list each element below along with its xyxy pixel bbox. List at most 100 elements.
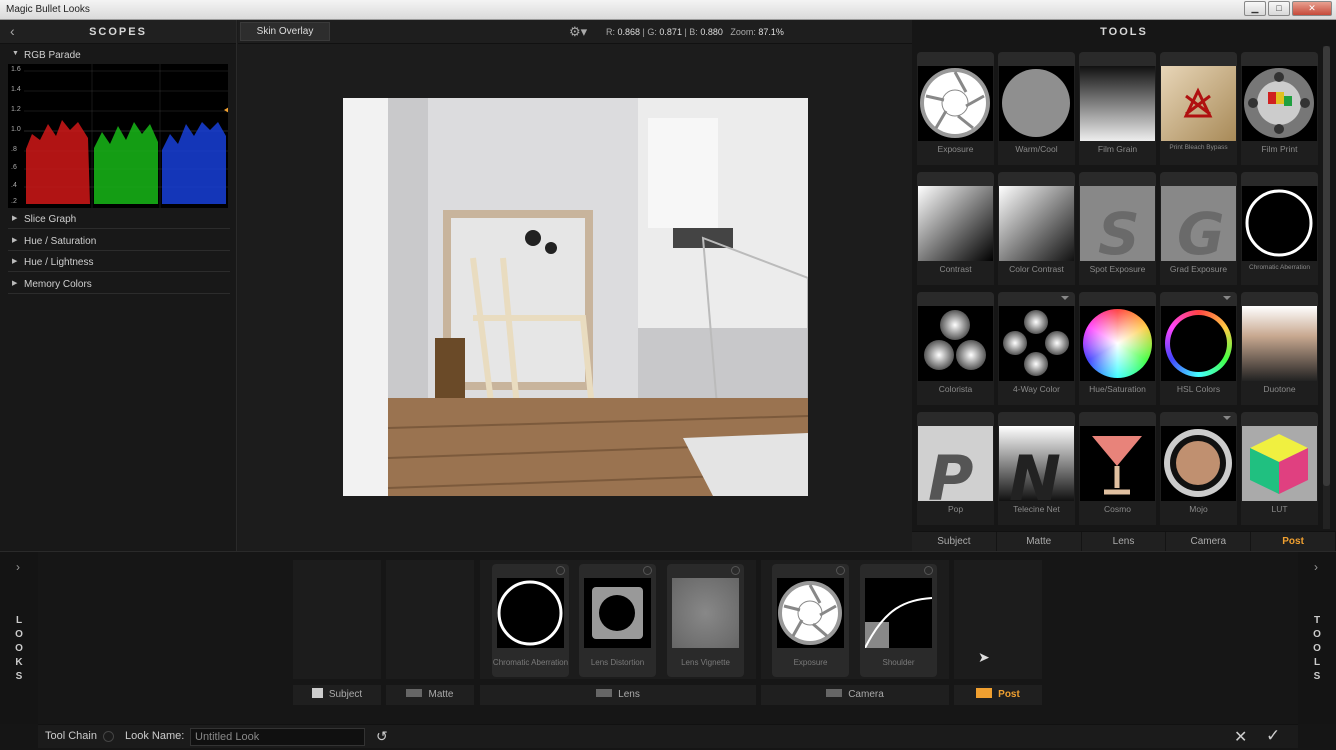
chain-tool-lens-distortion[interactable]: Lens Distortion — [579, 564, 656, 677]
scroll-thumb[interactable] — [1323, 46, 1330, 486]
tab-camera[interactable]: Camera — [1166, 532, 1252, 551]
matte-slot[interactable] — [386, 560, 474, 679]
looks-drawer[interactable]: › LOOKS — [0, 552, 38, 724]
hue-saturation-section[interactable]: ▶ Hue / Saturation — [8, 231, 230, 251]
memory-colors-section[interactable]: ▶ Memory Colors — [8, 274, 230, 294]
tool-name: Spot Exposure — [1089, 264, 1146, 274]
close-button[interactable]: ✕ — [1292, 1, 1332, 16]
tools-drawer[interactable]: › TOOLS — [1298, 552, 1336, 724]
tool-cosmo[interactable]: Cosmo — [1079, 412, 1156, 525]
tool-mojo[interactable]: Mojo — [1160, 412, 1237, 525]
ok-icon[interactable]: ✓ — [1266, 726, 1280, 746]
rgb-parade-scope: 1.6 1.4 1.2 1.0 .8 .6 .4 .2 — [8, 64, 228, 208]
tool-color-contrast[interactable]: Color Contrast — [998, 172, 1075, 285]
tool-4-way-color[interactable]: 4-Way Color — [998, 292, 1075, 405]
tool-chromatic-aberration[interactable]: Chromatic Aberration — [1241, 172, 1318, 285]
ring-icon — [1245, 189, 1313, 257]
camera-icon — [826, 689, 843, 697]
grad-g-icon: G — [1177, 200, 1225, 261]
slice-graph-section[interactable]: ▶ Slice Graph — [8, 209, 230, 229]
tool-pop[interactable]: P Pop — [917, 412, 994, 525]
scopes-title: SCOPES — [89, 26, 147, 38]
chevron-right-icon[interactable]: › — [1314, 560, 1318, 574]
label-text: Subject — [328, 689, 363, 700]
tool-film-print[interactable]: Film Print — [1241, 52, 1318, 165]
tool-hue-saturation[interactable]: Hue/Saturation — [1079, 292, 1156, 405]
tool-name: HSL Colors — [1176, 384, 1221, 394]
image-viewer[interactable] — [238, 44, 912, 551]
skin-overlay-button[interactable]: Skin Overlay — [240, 22, 330, 41]
b-value: 0.880 — [700, 27, 723, 37]
label-text: Post — [998, 689, 1020, 700]
tool-colorista[interactable]: Colorista — [917, 292, 994, 405]
b-label: B: — [689, 27, 698, 37]
tool-name: 4-Way Color — [1013, 384, 1060, 394]
g-value: 0.871 — [659, 27, 682, 37]
tool-grad-exposure[interactable]: G Grad Exposure — [1160, 172, 1237, 285]
chain-tool-exposure[interactable]: Exposure — [772, 564, 849, 677]
bypass-icon[interactable] — [643, 566, 652, 575]
tool-spot-exposure[interactable]: S Spot Exposure — [1079, 172, 1156, 285]
chain-tool-lens-vignette[interactable]: Lens Vignette — [667, 564, 744, 677]
mojo-icon — [1164, 429, 1232, 497]
aperture-icon — [920, 68, 990, 138]
look-name-input[interactable]: Untitled Look — [190, 728, 365, 746]
tab-matte[interactable]: Matte — [997, 532, 1082, 551]
chain-label-matte[interactable]: Matte — [386, 685, 474, 705]
subject-slot[interactable] — [293, 560, 381, 679]
tool-warm-cool[interactable]: Warm/Cool — [998, 52, 1075, 165]
tool-hsl-colors[interactable]: HSL Colors — [1160, 292, 1237, 405]
chain-label-lens[interactable]: Lens — [480, 685, 756, 705]
tool-name: Pop — [947, 504, 964, 514]
tab-post[interactable]: Post — [1251, 532, 1336, 551]
r-value: 0.868 — [617, 27, 641, 37]
r-label: R: — [606, 27, 615, 37]
zoom-value: 87.1% — [758, 27, 784, 37]
cocktail-glass-icon — [1092, 436, 1142, 495]
chain-label-camera[interactable]: Camera — [761, 685, 949, 705]
mouse-cursor-icon: ➤ — [978, 649, 990, 665]
tool-chain-label[interactable]: Tool Chain — [45, 730, 97, 742]
tool-print-bleach-bypass[interactable]: Print Bleach Bypass — [1160, 52, 1237, 165]
bypass-icon[interactable] — [556, 566, 565, 575]
tool-exposure[interactable]: Exposure — [917, 52, 994, 165]
gear-icon[interactable]: ⚙▾ — [569, 24, 587, 40]
rgb-parade-section[interactable]: ▼ RGB Parade — [8, 45, 230, 65]
tool-name: Duotone — [1263, 384, 1296, 394]
tool-name: Colorista — [938, 384, 973, 394]
post-icon — [976, 688, 993, 698]
tab-lens[interactable]: Lens — [1082, 532, 1167, 551]
tool-film-grain[interactable]: Film Grain — [1079, 52, 1156, 165]
tools-scrollbar[interactable] — [1323, 46, 1330, 529]
cancel-icon[interactable]: ✕ — [1234, 727, 1247, 747]
chain-tool-name: Lens Distortion — [590, 658, 645, 667]
chain-tool-chromatic-aberration[interactable]: Chromatic Aberration — [492, 564, 569, 677]
tool-lut[interactable]: LUT — [1241, 412, 1318, 525]
look-name-label: Look Name: — [125, 730, 185, 742]
chevron-right-icon[interactable]: › — [16, 560, 20, 574]
chain-area: Chromatic Aberration Lens Distortion Len… — [38, 552, 1298, 724]
tool-telecine-net[interactable]: N Telecine Net — [998, 412, 1075, 525]
reset-icon[interactable]: ↺ — [376, 728, 388, 745]
chain-label-subject[interactable]: Subject — [293, 685, 381, 705]
hue-lightness-section[interactable]: ▶ Hue / Lightness — [8, 252, 230, 272]
rgb-parade-label: RGB Parade — [24, 50, 81, 61]
person-icon — [311, 688, 323, 698]
chain-tool-shoulder[interactable]: Shoulder — [860, 564, 937, 677]
bypass-icon[interactable] — [836, 566, 845, 575]
viewer-toolbar: Skin Overlay ⚙▾ R: 0.868 | G: 0.871 | B:… — [238, 20, 912, 44]
bypass-icon[interactable] — [731, 566, 740, 575]
post-slot[interactable] — [954, 560, 1042, 679]
chain-label-post[interactable]: Post — [954, 685, 1042, 705]
tool-duotone[interactable]: Duotone — [1241, 292, 1318, 405]
maximize-button[interactable]: □ — [1268, 1, 1290, 16]
minimize-button[interactable]: ▁ — [1244, 1, 1266, 16]
matte-icon — [406, 689, 423, 697]
tab-subject[interactable]: Subject — [912, 532, 997, 551]
section-label: Hue / Saturation — [24, 236, 97, 247]
triangle-right-icon: ▶ — [12, 258, 18, 265]
aperture-icon — [778, 581, 842, 645]
triangle-right-icon: ▶ — [12, 215, 18, 222]
bypass-icon[interactable] — [924, 566, 933, 575]
tool-contrast[interactable]: Contrast — [917, 172, 994, 285]
